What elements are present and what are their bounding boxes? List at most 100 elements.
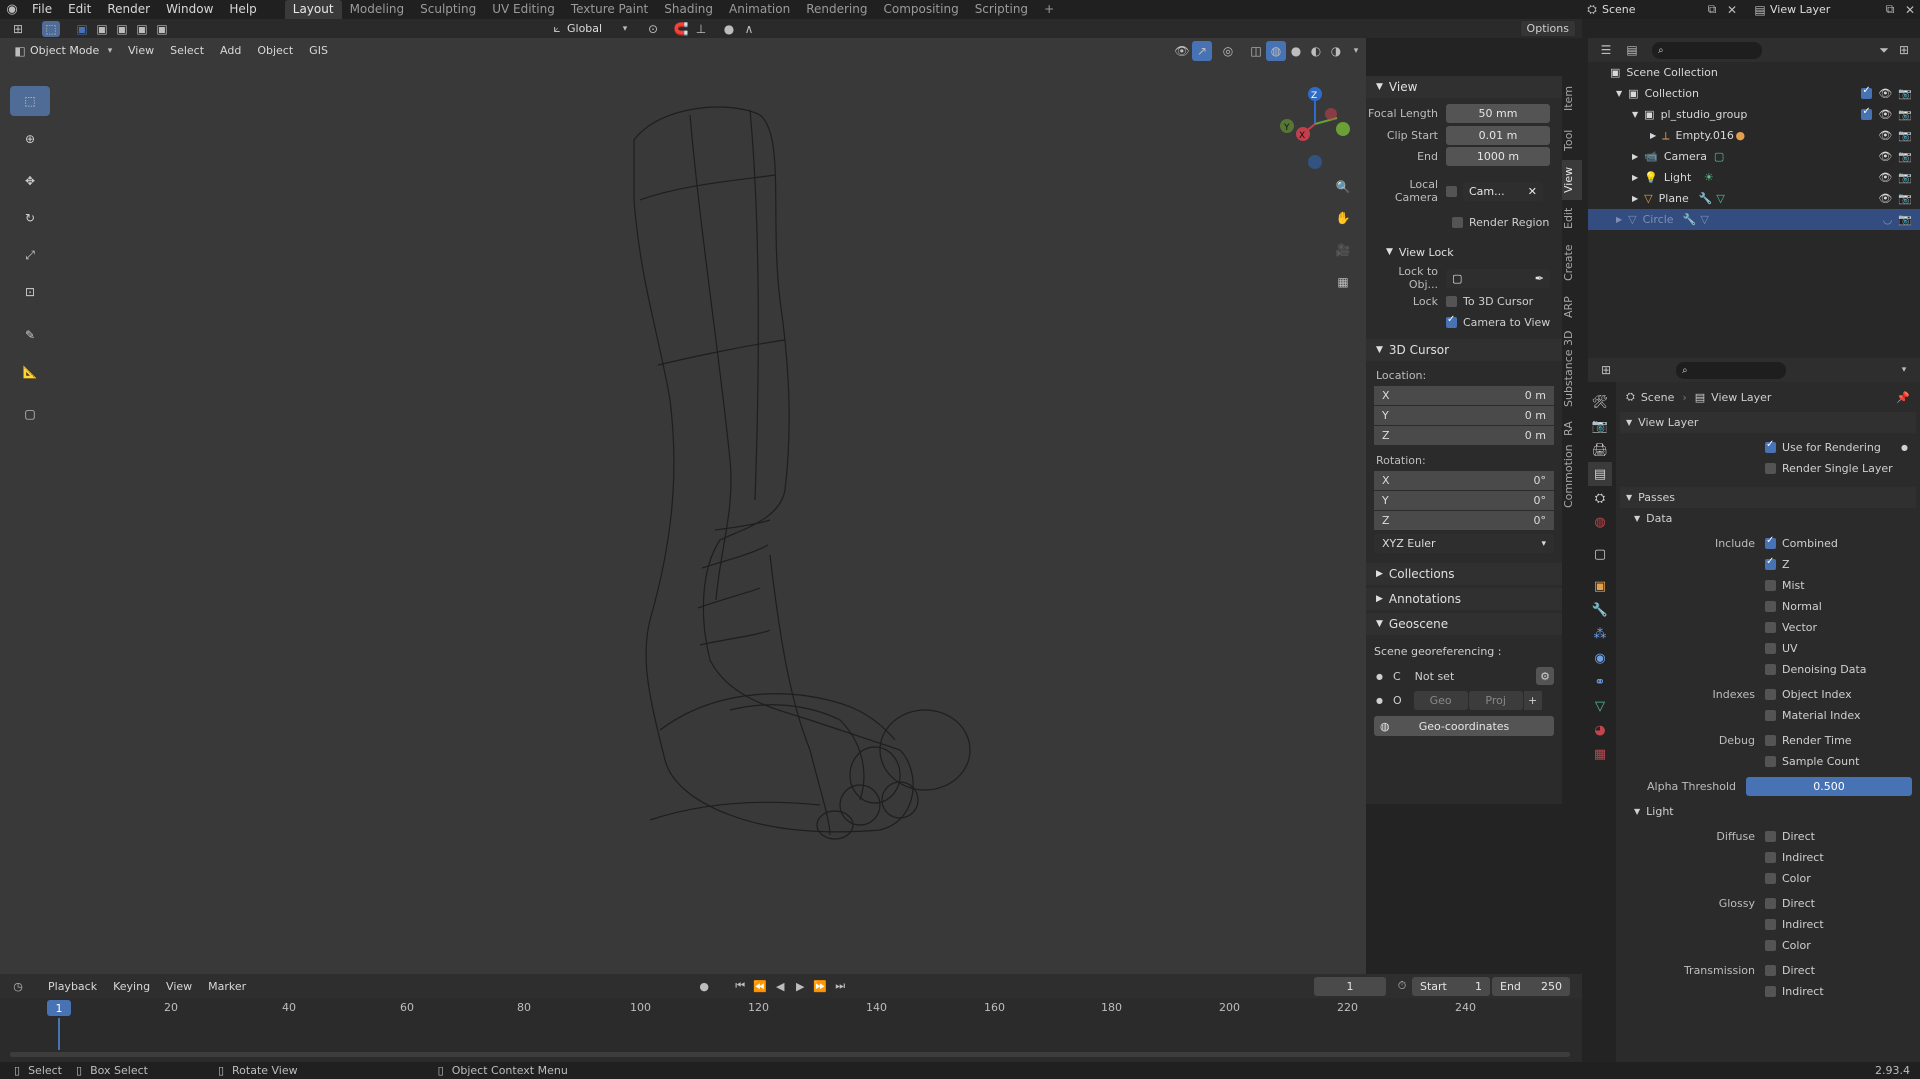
- radio-o-icon[interactable]: ●: [1376, 696, 1383, 705]
- scale-tool-icon[interactable]: ⤢: [10, 240, 50, 270]
- collection-props-icon[interactable]: ▢: [1588, 542, 1612, 566]
- select-mode-subtract-icon[interactable]: ▣: [112, 19, 132, 39]
- tab-compositing[interactable]: Compositing: [875, 0, 966, 19]
- zoom-icon[interactable]: 🔍: [1333, 177, 1353, 197]
- render-camera-icon[interactable]: 📷: [1898, 192, 1912, 205]
- material-index-checkbox[interactable]: [1765, 710, 1776, 721]
- transmission-indirect-checkbox[interactable]: [1765, 986, 1776, 997]
- xray-icon[interactable]: ◫: [1246, 41, 1266, 61]
- z-checkbox[interactable]: [1765, 556, 1776, 570]
- tab-edit[interactable]: Edit: [1562, 200, 1582, 236]
- sample-count-checkbox[interactable]: [1765, 756, 1776, 767]
- tab-create[interactable]: Create: [1562, 236, 1582, 290]
- geo-button[interactable]: Geo: [1413, 690, 1468, 710]
- render-camera-icon[interactable]: 📷: [1898, 108, 1912, 121]
- view-section-header[interactable]: ▼ View: [1366, 76, 1562, 98]
- vp-menu-object[interactable]: Object: [249, 41, 301, 60]
- proportional-edit-icon[interactable]: ●: [719, 19, 739, 39]
- menu-help[interactable]: Help: [221, 0, 264, 19]
- select-mode-new-icon[interactable]: ▣: [72, 19, 92, 39]
- object-mode-dropdown[interactable]: Object Mode: [30, 44, 100, 57]
- proj-button[interactable]: Proj: [1468, 690, 1523, 710]
- gizmo-toggle-icon[interactable]: ↗: [1192, 40, 1212, 61]
- geoscene-section-header[interactable]: ▼ Geoscene: [1366, 613, 1562, 635]
- visibility-icon[interactable]: 👁: [1172, 41, 1192, 61]
- current-frame-field[interactable]: 1: [1314, 976, 1386, 996]
- cursor-rot-z[interactable]: Z 0°: [1374, 511, 1554, 530]
- view-layer-panel-header[interactable]: ▼ View Layer: [1620, 412, 1916, 433]
- menu-render[interactable]: Render: [99, 0, 158, 19]
- snap-target-icon[interactable]: ⊥: [691, 19, 711, 39]
- orientation-dropdown[interactable]: Global: [567, 22, 615, 35]
- playhead-frame-badge[interactable]: 1: [47, 1000, 71, 1016]
- render-camera-icon[interactable]: 📷: [1898, 87, 1912, 100]
- scene-name[interactable]: Scene: [1602, 3, 1702, 16]
- scene-props-icon[interactable]: ⛭: [1588, 486, 1612, 510]
- end-frame-field[interactable]: End 250: [1492, 976, 1570, 996]
- new-collection-icon[interactable]: ⊞: [1894, 40, 1914, 60]
- shading-material-icon[interactable]: ◐: [1306, 41, 1326, 61]
- play-icon[interactable]: ▶: [790, 976, 810, 996]
- stopwatch-icon[interactable]: ⏱: [1392, 976, 1412, 996]
- close-view-layer-icon[interactable]: ✕: [1900, 0, 1920, 20]
- render-props-icon[interactable]: 📷: [1588, 414, 1612, 438]
- data-subpanel-header[interactable]: ▼ Data: [1620, 508, 1916, 529]
- tool-props-icon[interactable]: 🛠: [1588, 390, 1612, 414]
- glossy-indirect-checkbox[interactable]: [1765, 919, 1776, 930]
- scene-icon[interactable]: ⛭: [1582, 0, 1602, 20]
- normal-checkbox[interactable]: [1765, 601, 1776, 612]
- close-scene-icon[interactable]: ✕: [1722, 0, 1742, 20]
- constraint-props-icon[interactable]: ⚭: [1588, 670, 1612, 694]
- use-for-rendering-checkbox[interactable]: [1765, 439, 1776, 453]
- visibility-eye-icon[interactable]: 👁: [1878, 108, 1892, 121]
- collection-checkbox[interactable]: [1861, 85, 1873, 99]
- tab-rendering[interactable]: Rendering: [798, 0, 875, 19]
- timeline-view-menu[interactable]: View: [158, 977, 200, 996]
- render-time-checkbox[interactable]: [1765, 735, 1776, 746]
- blender-logo-icon[interactable]: ◉: [0, 0, 24, 20]
- eyedropper-icon[interactable]: ✒: [1535, 272, 1544, 285]
- jump-start-icon[interactable]: ⏮: [730, 976, 750, 996]
- local-camera-field[interactable]: Cam... ✕: [1463, 181, 1543, 201]
- clear-icon[interactable]: ✕: [1528, 185, 1537, 198]
- overlay-toggle-icon[interactable]: ◎: [1218, 41, 1238, 61]
- alpha-threshold-slider[interactable]: 0.500: [1746, 777, 1912, 796]
- ortho-grid-icon[interactable]: ▦: [1333, 272, 1353, 292]
- modifier-props-icon[interactable]: 🔧: [1588, 598, 1612, 622]
- render-camera-icon[interactable]: 📷: [1898, 171, 1912, 184]
- world-props-icon[interactable]: ◍: [1588, 510, 1612, 534]
- geo-coordinates-button[interactable]: ◍ Geo-coordinates: [1374, 716, 1554, 736]
- cursor-loc-x[interactable]: X0 m: [1374, 386, 1554, 405]
- render-region-checkbox[interactable]: [1452, 216, 1463, 228]
- focal-length-field[interactable]: 50 mm: [1446, 104, 1550, 123]
- tab-animation[interactable]: Animation: [721, 0, 798, 19]
- render-camera-icon[interactable]: 📷: [1898, 213, 1912, 226]
- lock-to-obj-field[interactable]: ▢ ✒: [1446, 268, 1550, 288]
- select-mode-extend-icon[interactable]: ▣: [92, 19, 112, 39]
- cursor-section-header[interactable]: ▼ 3D Cursor: [1366, 339, 1562, 361]
- pin-icon[interactable]: 📌: [1896, 391, 1910, 404]
- physics-props-icon[interactable]: ◉: [1588, 646, 1612, 670]
- timeline-ruler[interactable]: 1 20 40 60 80 100 120 140 160 180 200 22…: [0, 998, 1582, 1018]
- next-keyframe-icon[interactable]: ⏩: [810, 976, 830, 996]
- outliner-search-input[interactable]: ⌕: [1652, 41, 1762, 59]
- foot-wireframe-mesh[interactable]: [620, 100, 1040, 900]
- view-lock-header[interactable]: ▼ View Lock: [1366, 241, 1562, 263]
- to-3d-cursor-checkbox[interactable]: [1446, 296, 1457, 307]
- object-props-icon[interactable]: ▣: [1588, 574, 1612, 598]
- add-cube-tool-icon[interactable]: ▢: [10, 399, 50, 429]
- tab-modeling[interactable]: Modeling: [342, 0, 413, 19]
- tab-layout[interactable]: Layout: [284, 0, 342, 19]
- diffuse-indirect-checkbox[interactable]: [1765, 852, 1776, 863]
- view-layer-icon[interactable]: ▤: [1750, 0, 1770, 20]
- select-mode-intersect-icon[interactable]: ▣: [152, 19, 172, 39]
- select-mode-invert-icon[interactable]: ▣: [132, 19, 152, 39]
- transform-tool-icon[interactable]: ⊡: [10, 277, 50, 307]
- tab-ra[interactable]: RA: [1562, 414, 1582, 444]
- clip-end-field[interactable]: 1000 m: [1446, 147, 1550, 166]
- geoscene-settings-icon[interactable]: ⚙: [1536, 667, 1554, 685]
- cursor-rot-y[interactable]: Y 0°: [1374, 491, 1554, 510]
- tab-uv-editing[interactable]: UV Editing: [484, 0, 563, 19]
- select-tool-icon[interactable]: ⬚: [42, 20, 60, 37]
- combined-checkbox[interactable]: [1765, 535, 1776, 549]
